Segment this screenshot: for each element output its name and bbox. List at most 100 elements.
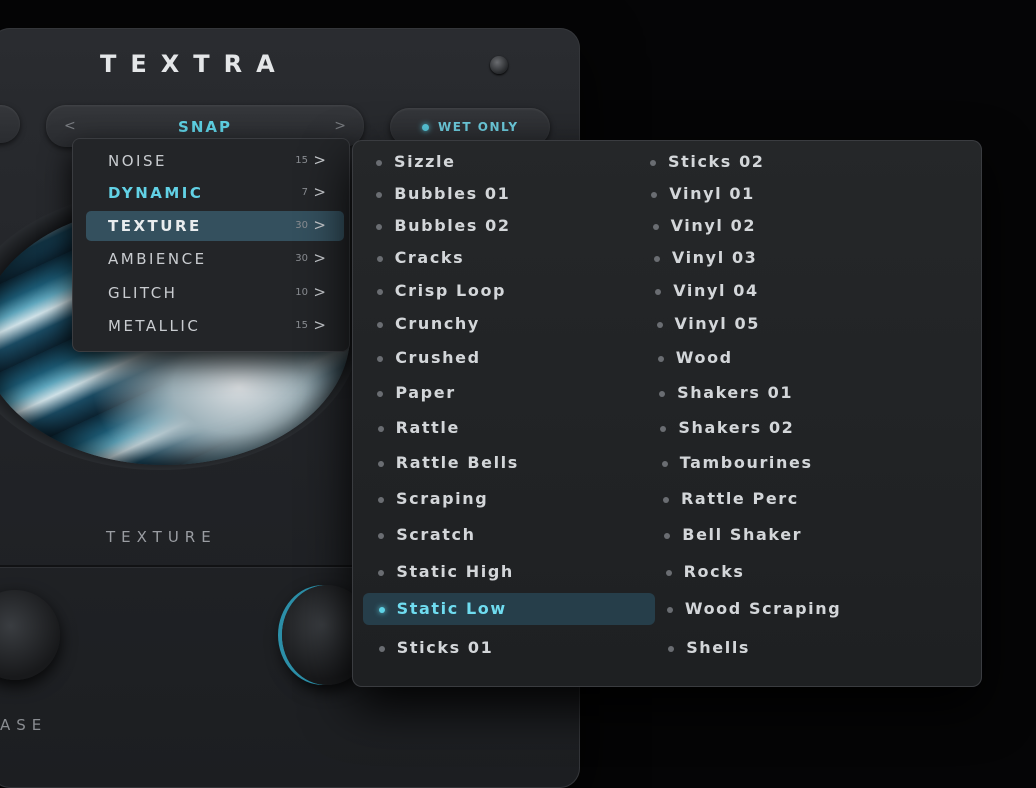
bullet-icon bbox=[378, 607, 385, 613]
wet-indicator-icon bbox=[422, 124, 429, 131]
preset-label: Crushed bbox=[395, 348, 481, 367]
preset-label: Crunchy bbox=[395, 314, 480, 333]
wet-only-label: WET ONLY bbox=[438, 120, 519, 134]
preset-label: Rattle Perc bbox=[681, 489, 799, 508]
preset-item[interactable]: Bell Shaker bbox=[648, 519, 948, 551]
chevron-right-icon: > bbox=[313, 316, 326, 334]
chevron-right-icon[interactable]: > bbox=[334, 118, 346, 134]
preset-label: Bell Shaker bbox=[682, 525, 803, 544]
category-count: 7 bbox=[301, 187, 308, 198]
category-menu: NOISE 15 > DYNAMIC 7 > TEXTURE 30 > AMBI… bbox=[72, 138, 350, 352]
preset-item[interactable]: Tambourines bbox=[646, 447, 946, 479]
preset-name: SNAP bbox=[178, 118, 232, 136]
bullet-icon bbox=[378, 533, 385, 539]
preset-item[interactable]: Crushed bbox=[361, 342, 653, 374]
preset-item[interactable]: Static Low bbox=[362, 593, 655, 625]
preset-label: Shells bbox=[686, 638, 751, 657]
preset-item[interactable]: Crunchy bbox=[361, 308, 653, 340]
preset-item[interactable]: Rattle Perc bbox=[647, 483, 947, 515]
preset-label: Sizzle bbox=[394, 152, 456, 171]
category-label: NOISE bbox=[108, 152, 167, 170]
preset-item[interactable]: Vinyl 02 bbox=[637, 210, 937, 242]
preset-label: Crisp Loop bbox=[394, 281, 507, 300]
preset-label: Vinyl 01 bbox=[669, 184, 755, 203]
preset-item[interactable]: Scraping bbox=[362, 483, 654, 515]
bullet-icon bbox=[377, 356, 384, 362]
bullet-icon bbox=[651, 192, 658, 198]
preset-item[interactable]: Sticks 01 bbox=[363, 632, 655, 664]
preset-label: Rocks bbox=[683, 562, 745, 581]
preset-label: Tambourines bbox=[679, 453, 813, 472]
category-count: 30 bbox=[295, 253, 308, 264]
preset-item[interactable]: Shakers 02 bbox=[644, 412, 944, 444]
category-label: DYNAMIC bbox=[108, 184, 204, 202]
bullet-icon bbox=[665, 570, 672, 576]
preset-item[interactable]: Rattle Bells bbox=[362, 447, 654, 479]
preset-item[interactable]: Scratch bbox=[362, 519, 654, 551]
preset-label: Paper bbox=[395, 383, 456, 402]
bullet-icon bbox=[650, 160, 656, 166]
preset-label: Static High bbox=[396, 562, 514, 581]
preset-label: Rattle bbox=[395, 418, 460, 437]
category-item-metallic[interactable]: METALLIC 15 > bbox=[86, 311, 344, 341]
category-count: 15 bbox=[295, 320, 308, 331]
preset-item[interactable]: Wood Scraping bbox=[651, 593, 951, 625]
preset-item[interactable]: Wood bbox=[642, 342, 942, 374]
app-title: TEXTRA bbox=[100, 50, 289, 78]
bottom-section-label: ASE bbox=[0, 716, 48, 734]
bullet-icon bbox=[376, 192, 383, 198]
chevron-right-icon: > bbox=[313, 183, 326, 201]
preset-item[interactable]: Sticks 02 bbox=[634, 146, 934, 178]
bullet-icon bbox=[668, 646, 675, 652]
preset-item[interactable]: Bubbles 01 bbox=[360, 178, 652, 210]
bullet-icon bbox=[378, 497, 384, 503]
bullet-icon bbox=[656, 322, 663, 328]
preset-label: Shakers 02 bbox=[678, 418, 795, 437]
preset-item[interactable]: Static High bbox=[362, 556, 654, 588]
bullet-icon bbox=[659, 391, 666, 397]
category-count: 10 bbox=[295, 287, 308, 298]
preset-item[interactable]: Sizzle bbox=[360, 146, 652, 178]
preset-item[interactable]: Paper bbox=[361, 377, 653, 409]
preset-label: Sticks 01 bbox=[396, 638, 494, 657]
bullet-icon bbox=[664, 533, 671, 539]
preset-item[interactable]: Vinyl 05 bbox=[641, 308, 941, 340]
preset-label: Shakers 01 bbox=[677, 383, 794, 402]
bullet-icon bbox=[652, 224, 659, 230]
bullet-icon bbox=[377, 426, 384, 432]
category-item-dynamic[interactable]: DYNAMIC 7 > bbox=[86, 178, 344, 208]
category-item-texture[interactable]: TEXTURE 30 > bbox=[86, 211, 344, 241]
bullet-icon bbox=[666, 607, 673, 613]
preset-item[interactable]: Rocks bbox=[650, 556, 950, 588]
bullet-icon bbox=[377, 391, 384, 397]
preset-item[interactable]: Rattle bbox=[362, 412, 654, 444]
preset-item[interactable]: Crisp Loop bbox=[361, 275, 653, 307]
preset-item[interactable]: Vinyl 03 bbox=[638, 242, 938, 274]
bullet-icon bbox=[376, 256, 383, 262]
bullet-icon bbox=[663, 497, 669, 503]
bullet-icon bbox=[660, 426, 667, 432]
chevron-right-icon: > bbox=[313, 283, 326, 301]
bullet-icon bbox=[657, 356, 664, 362]
chevron-right-icon: > bbox=[313, 249, 326, 267]
preset-item[interactable]: Bubbles 02 bbox=[360, 210, 652, 242]
bullet-icon bbox=[653, 256, 660, 262]
preset-label: Static Low bbox=[396, 599, 507, 618]
bullet-icon bbox=[377, 461, 384, 467]
preset-item[interactable]: Vinyl 01 bbox=[635, 178, 935, 210]
bullet-icon bbox=[378, 646, 385, 652]
preset-item[interactable]: Cracks bbox=[361, 242, 653, 274]
preset-item[interactable]: Shells bbox=[652, 632, 952, 664]
category-item-noise[interactable]: NOISE 15 > bbox=[86, 146, 344, 176]
bullet-icon bbox=[376, 289, 383, 295]
bullet-icon bbox=[376, 160, 382, 166]
bullet-icon bbox=[655, 289, 662, 295]
preset-label: Cracks bbox=[394, 248, 465, 267]
category-item-ambience[interactable]: AMBIENCE 30 > bbox=[86, 244, 344, 274]
preset-item[interactable]: Shakers 01 bbox=[643, 377, 943, 409]
preset-label: Bubbles 01 bbox=[394, 184, 511, 203]
bullet-icon bbox=[377, 322, 383, 328]
preset-item[interactable]: Vinyl 04 bbox=[639, 275, 939, 307]
category-item-glitch[interactable]: GLITCH 10 > bbox=[86, 278, 344, 308]
preset-label: Scraping bbox=[396, 489, 489, 508]
